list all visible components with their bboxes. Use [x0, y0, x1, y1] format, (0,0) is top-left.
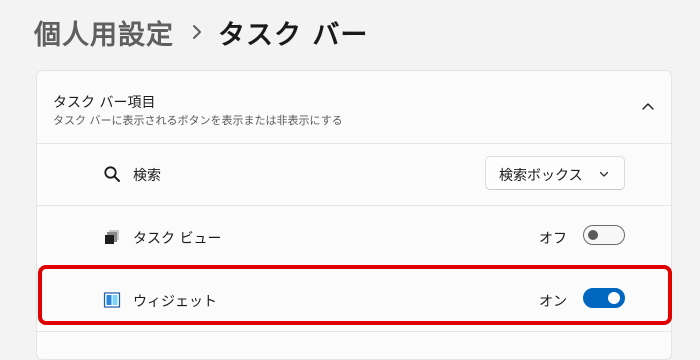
task-view-state-label: オフ	[539, 231, 567, 247]
task-view-icon	[105, 230, 119, 244]
toggle-knob	[588, 230, 598, 240]
widgets-row: ウィジェット オン	[37, 269, 671, 332]
task-view-row: タスク ビュー オフ	[37, 206, 671, 269]
widgets-icon	[103, 292, 121, 308]
widgets-label: ウィジェット	[133, 294, 217, 310]
search-row: 検索 検索ボックス	[37, 143, 671, 206]
breadcrumb-separator-icon	[192, 24, 202, 40]
search-icon	[104, 166, 120, 182]
search-mode-dropdown[interactable]: 検索ボックス	[485, 156, 625, 190]
section-title: タスク バー項目	[53, 95, 156, 111]
task-view-label: タスク ビュー	[133, 231, 222, 247]
dropdown-value: 検索ボックス	[499, 168, 583, 184]
taskbar-items-header[interactable]: タスク バー項目 タスク バーに表示されるボタンを表示または非表示にする	[37, 71, 671, 144]
search-label: 検索	[133, 168, 161, 184]
section-subtitle: タスク バーに表示されるボタンを表示または非表示にする	[53, 114, 343, 127]
breadcrumb: 個人用設定 タスク バー	[34, 12, 368, 52]
chevron-down-icon	[599, 171, 609, 177]
taskbar-items-card: タスク バー項目 タスク バーに表示されるボタンを表示または非表示にする 検索 …	[36, 70, 672, 360]
toggle-knob	[608, 292, 620, 304]
task-view-toggle[interactable]	[583, 225, 625, 245]
widgets-state-label: オン	[539, 294, 567, 310]
breadcrumb-parent[interactable]: 個人用設定	[34, 13, 174, 52]
page-title: タスク バー	[218, 19, 369, 51]
chevron-up-icon[interactable]	[639, 98, 657, 116]
widgets-toggle[interactable]	[583, 288, 625, 308]
